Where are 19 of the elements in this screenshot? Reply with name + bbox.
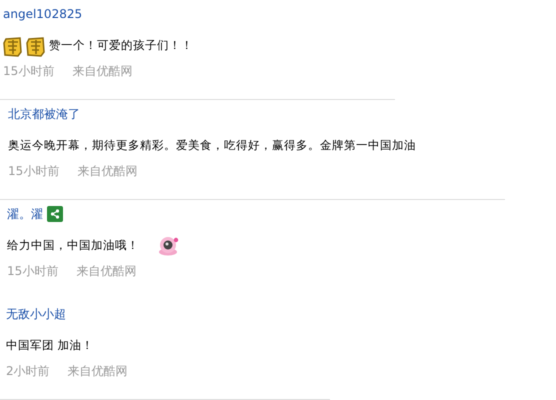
timestamp: 2小时前	[6, 363, 50, 380]
thumbs-sticker-icon	[3, 35, 23, 57]
comment-text: 给力中国，中国加油哦！	[7, 237, 139, 254]
username-link[interactable]: 濯。濯	[7, 205, 43, 223]
username-link[interactable]: 无敌小小超	[6, 305, 66, 323]
share-icon[interactable]	[47, 206, 63, 222]
comment-text: 奥运今晚开幕，期待更多精彩。爱美食，吃得好，赢得多。金牌第一中国加油	[8, 137, 416, 154]
comment-text: 中国军团 加油！	[6, 337, 94, 354]
comment-text: 赞一个！可爱的孩子们！！	[49, 37, 193, 54]
timestamp: 15小时前	[7, 263, 58, 280]
timestamp: 15小时前	[8, 163, 60, 180]
thumbs-sticker-icon	[26, 35, 46, 57]
source-label: 来自优酷网	[77, 163, 138, 180]
timestamp: 15小时前	[3, 63, 54, 80]
username-link[interactable]: angel102825	[3, 5, 82, 23]
source-label: 来自优酷网	[72, 63, 132, 80]
source-label: 来自优酷网	[68, 363, 128, 380]
username-link[interactable]: 北京都被淹了	[8, 105, 80, 123]
source-label: 来自优酷网	[76, 263, 136, 280]
